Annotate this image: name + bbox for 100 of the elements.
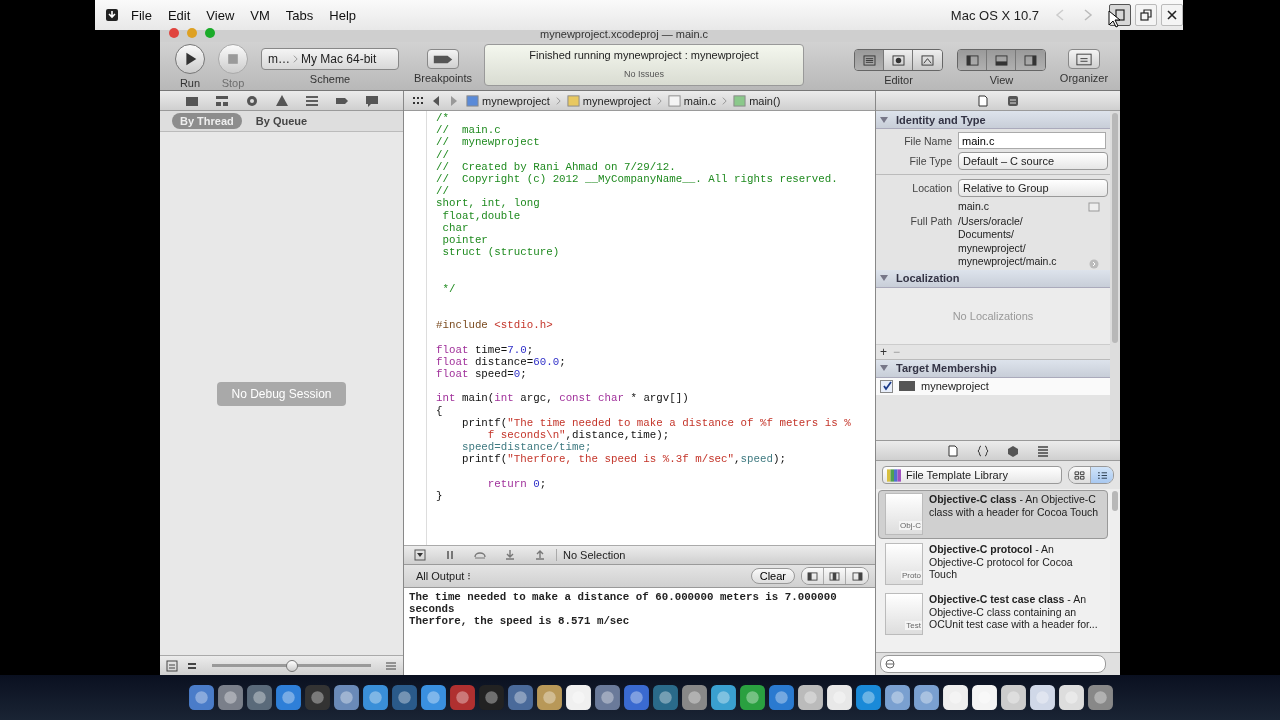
app-icon[interactable] (623, 684, 650, 711)
app-icon[interactable] (971, 684, 998, 711)
search-icon[interactable] (244, 94, 259, 107)
target-checkbox[interactable] (880, 379, 893, 393)
step-into-icon[interactable] (504, 549, 516, 561)
grid-view-button[interactable] (1069, 467, 1091, 483)
location-dropdown[interactable]: Relative to Group (958, 179, 1108, 197)
filter-tab[interactable]: By Queue (247, 113, 316, 129)
organizer-button[interactable] (1068, 49, 1100, 69)
app-icon[interactable] (1058, 684, 1085, 711)
app-icon[interactable] (768, 684, 795, 711)
app-icon[interactable] (884, 684, 911, 711)
speech-bubble-icon[interactable] (364, 94, 379, 107)
braces-icon[interactable] (977, 444, 989, 457)
app-icon[interactable] (449, 684, 476, 711)
grid-icon[interactable] (412, 94, 424, 107)
file-icon[interactable] (977, 94, 989, 107)
app-icon[interactable] (826, 684, 853, 711)
hierarchy-icon[interactable] (166, 659, 178, 672)
app-icon[interactable] (681, 684, 708, 711)
path-item[interactable]: main() (749, 94, 781, 107)
path-item[interactable]: mynewproject (482, 94, 550, 107)
list-view-button[interactable] (1091, 467, 1113, 483)
close-button[interactable] (1161, 4, 1183, 26)
file-name-field[interactable]: main.c (958, 132, 1106, 149)
scheme-selector[interactable]: m… My Mac 64-bit (261, 48, 399, 70)
path-item[interactable]: main.c (683, 94, 717, 107)
disclosure-triangle-icon (880, 274, 888, 282)
app-icon[interactable] (1000, 684, 1027, 711)
list-icon[interactable] (304, 94, 319, 107)
output-filter[interactable]: All Output ⁝ (416, 569, 471, 583)
view-pane-button[interactable] (958, 50, 987, 70)
console-layout-button[interactable] (846, 568, 868, 584)
scrollbar-thumb[interactable] (1112, 491, 1118, 511)
status-message: Finished running mynewproject : mynewproject (529, 49, 759, 61)
restore-button[interactable] (1135, 4, 1157, 26)
section-header[interactable]: Identity and Type (876, 111, 1110, 129)
console-layout-button[interactable] (824, 568, 846, 584)
slider-thumb[interactable] (285, 659, 298, 672)
app-icon[interactable] (507, 684, 534, 711)
template-item[interactable]: Test Objective-C test case class - An Objective-C class containing an OCUnit test case with a header for... (878, 590, 1108, 639)
path-item[interactable]: mynewproject (582, 94, 651, 107)
app-icon[interactable] (420, 684, 447, 711)
app-icon[interactable] (391, 684, 418, 711)
app-icon[interactable] (739, 684, 766, 711)
app-icon[interactable] (1029, 684, 1056, 711)
editor-mode-button[interactable] (884, 50, 913, 70)
section-header[interactable]: Localization (876, 269, 1110, 288)
app-icon[interactable] (594, 684, 621, 711)
app-icon[interactable] (855, 684, 882, 711)
menu-item[interactable]: Edit (167, 7, 191, 23)
app-icon[interactable] (333, 684, 360, 711)
app-icon[interactable] (652, 684, 679, 711)
breakpoint-icon (432, 53, 454, 65)
app-icon[interactable] (217, 684, 244, 711)
app-icon[interactable] (565, 684, 592, 711)
list-icon[interactable] (385, 659, 397, 672)
download-icon[interactable] (105, 8, 119, 22)
app-icon[interactable] (797, 684, 824, 711)
template-item[interactable]: Proto Objective-C protocol - An Objective-C protocol for Cocoa Touch (878, 540, 1108, 589)
app-icon[interactable] (942, 684, 969, 711)
bottom-pane-icon (994, 54, 1008, 66)
app-icon[interactable] (246, 684, 273, 711)
breakpoints-button[interactable] (427, 49, 459, 69)
warning-icon[interactable] (274, 94, 289, 107)
menu-item[interactable]: Help (329, 7, 357, 23)
app-icon[interactable] (710, 684, 737, 711)
clear-button[interactable]: Clear (750, 568, 795, 584)
hierarchy-icon[interactable] (214, 94, 229, 107)
app-icon[interactable] (275, 684, 302, 711)
close-icon (1166, 9, 1178, 21)
console-layout-button[interactable] (802, 568, 824, 584)
add-button[interactable]: + (880, 345, 887, 358)
app-icon[interactable] (362, 684, 389, 711)
app-icon[interactable] (536, 684, 563, 711)
hide-console-icon[interactable] (414, 549, 426, 561)
scrollbar-thumb[interactable] (1112, 113, 1118, 343)
file-type-dropdown[interactable]: Default – C source (958, 152, 1108, 170)
library-dropdown[interactable]: File Template Library (882, 466, 1062, 484)
template-item[interactable]: Obj-C Objective-C class - An Objective-C class with a header for Cocoa Touch (878, 490, 1108, 539)
step-over-icon[interactable] (474, 549, 486, 561)
folder-icon[interactable] (184, 94, 199, 107)
app-icon[interactable] (1087, 684, 1114, 711)
code-text[interactable]: /* // main.c // mynewproject // // Created by Rani Ahmad on 7/29/12. // Copyright (c) 2012 __MyCompanyName__. All rights reserved. // short, int, long float,double char pointer struct (structure) */ #include <stdio.h> float time=7.0; float distance=60.0; float speed=0; int main(int argc, const char * argv[]) { printf("The time needed to make a distance of %f meters is % f seconds\n",distance,time); speed=distance/time; printf("Therfore, the speed is %.3f m/sec",speed); return 0; } (427, 111, 875, 502)
cube-icon[interactable] (1007, 444, 1019, 457)
pause-icon[interactable] (444, 549, 456, 561)
filter-field[interactable] (880, 655, 1106, 673)
menu-item[interactable]: Tabs (285, 7, 314, 23)
step-out-icon[interactable] (534, 549, 546, 561)
view-pane-button[interactable] (987, 50, 1016, 70)
app-icon[interactable] (188, 684, 215, 711)
menu-item[interactable]: View (206, 7, 235, 23)
list-icon[interactable] (1037, 444, 1049, 457)
menu-item[interactable]: File (131, 7, 152, 23)
view-pane-button[interactable] (1016, 50, 1045, 70)
app-icon[interactable] (913, 684, 940, 711)
run-button[interactable] (175, 44, 205, 74)
organizer-icon (1076, 52, 1092, 66)
file-icon[interactable] (947, 444, 959, 457)
menu-item[interactable]: VM (250, 7, 270, 23)
